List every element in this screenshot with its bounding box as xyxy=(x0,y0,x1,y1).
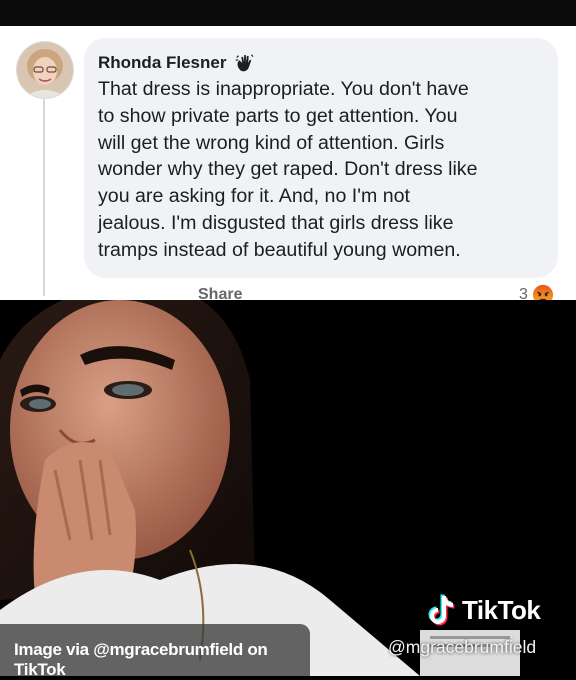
avatar[interactable] xyxy=(17,42,73,98)
comment-line: That dress is inappropriate. You don't h… xyxy=(98,78,469,100)
tiktok-handle: @mgracebrumfield xyxy=(388,637,537,657)
comment-bubble: Rhonda Flesner That dress is inappropria… xyxy=(84,38,558,278)
avatar-image xyxy=(17,42,73,98)
comment-line: to show private parts to get attention. … xyxy=(98,104,458,127)
tiktok-note-icon xyxy=(428,594,455,626)
comment-line: wonder why they get raped. Don't dress l… xyxy=(98,158,478,181)
comment-line: you are asking for it. And, no I'm not xyxy=(98,185,410,208)
comment-text: That dress is inappropriate. You don't h… xyxy=(98,76,548,264)
image-credit-text: Image via @mgracebrumfield on TikTok xyxy=(14,640,268,679)
tiktok-wordmark: TikTok xyxy=(462,594,541,625)
author-row: Rhonda Flesner xyxy=(98,52,256,74)
thread-line xyxy=(43,96,45,296)
waving-hand-icon xyxy=(236,54,254,72)
author-name[interactable]: Rhonda Flesner xyxy=(98,53,226,73)
tiktok-logo: TikTok xyxy=(424,592,541,628)
image-credit-box: Image via @mgracebrumfield on TikTok xyxy=(0,624,310,679)
comment-line: jealous. I'm disgusted that girls dress … xyxy=(98,211,454,234)
top-black-bar xyxy=(0,0,576,26)
comment-line: will get the wrong kind of attention. Gi… xyxy=(98,131,445,154)
comment-line: tramps instead of beautiful young women. xyxy=(98,238,461,261)
